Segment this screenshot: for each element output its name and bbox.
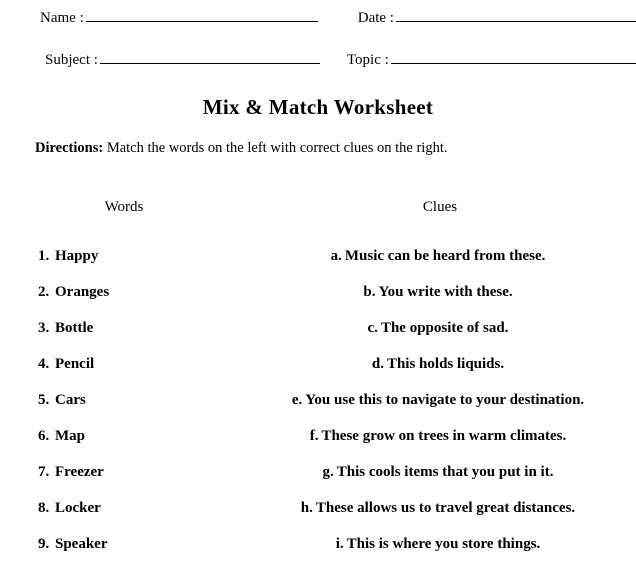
subject-input-rule[interactable]	[99, 50, 320, 64]
word-item[interactable]: 4. Pencil	[38, 356, 94, 373]
word-marker: 7.	[38, 464, 50, 480]
clue-marker: h.	[300, 500, 313, 516]
word-text: Happy	[55, 248, 99, 264]
name-input-rule[interactable]	[85, 8, 318, 22]
clue-item[interactable]: h. These allows us to travel great distan…	[258, 500, 618, 517]
clue-text: These allows us to travel great distance…	[315, 500, 576, 516]
page-title: Mix & Match Worksheet	[202, 95, 434, 119]
clue-text: This is where you store things.	[346, 536, 541, 552]
name-label: Name :	[40, 10, 84, 26]
word-marker: 3.	[38, 320, 50, 336]
clue-item[interactable]: g. This cools items that you put in it.	[258, 464, 618, 481]
word-text: Oranges	[55, 284, 110, 300]
word-marker: 4.	[38, 356, 50, 372]
clue-item[interactable]: c. The opposite of sad.	[258, 320, 618, 337]
word-marker: 8.	[38, 500, 50, 516]
clue-marker: f.	[309, 428, 319, 444]
matching-list-area: 1. Happy a. Music can be heard from these.…	[0, 248, 636, 572]
word-marker: 1.	[38, 248, 50, 264]
word-item[interactable]: 8. Locker	[38, 500, 101, 517]
word-text: Bottle	[55, 320, 94, 336]
match-row: 8. Locker h. These allows us to travel gre…	[0, 500, 636, 536]
word-text: Map	[55, 428, 85, 444]
match-row: 9. Speaker i. This is where you store thin…	[0, 536, 636, 572]
clue-text: You write with these.	[378, 284, 513, 300]
word-text: Locker	[55, 500, 101, 516]
topic-input-rule[interactable]	[390, 50, 636, 64]
word-item[interactable]: 9. Speaker	[38, 536, 108, 553]
directions-text: Match the words on the left with correct…	[103, 140, 448, 156]
date-input-rule[interactable]	[395, 8, 636, 22]
clue-marker: e.	[291, 392, 303, 408]
date-field[interactable]: Date :	[358, 8, 636, 27]
word-item[interactable]: 6. Map	[38, 428, 85, 445]
clue-marker: b.	[363, 284, 376, 300]
word-marker: 2.	[38, 284, 50, 300]
column-heading-clues: Clues	[422, 199, 458, 215]
topic-field[interactable]: Topic :	[347, 50, 636, 69]
word-text: Freezer	[55, 464, 104, 480]
clue-marker: a.	[330, 248, 342, 264]
match-row: 7. Freezer g. This cools items that you pu…	[0, 464, 636, 500]
name-field[interactable]: Name :	[40, 8, 318, 27]
word-item[interactable]: 3. Bottle	[38, 320, 93, 337]
clue-text: Music can be heard from these.	[344, 248, 546, 264]
subject-field[interactable]: Subject :	[45, 50, 320, 69]
word-item[interactable]: 2. Oranges	[38, 284, 109, 301]
clue-text: You use this to navigate to your destina…	[305, 392, 585, 408]
match-row: 3. Bottle c. The opposite of sad.	[0, 320, 636, 356]
clue-text: This holds liquids.	[386, 356, 505, 372]
word-text: Cars	[55, 392, 86, 408]
header-row-subject-topic: Subject : Topic :	[0, 50, 636, 69]
clue-text: The opposite of sad.	[380, 320, 509, 336]
match-row: 2. Oranges b. You write with these.	[0, 284, 636, 320]
column-heading-words: Words	[104, 199, 144, 215]
clue-text: This cools items that you put in it.	[336, 464, 554, 480]
date-label: Date :	[357, 10, 394, 26]
clue-item[interactable]: b. You write with these.	[258, 284, 618, 301]
word-marker: 9.	[38, 536, 50, 552]
word-marker: 5.	[38, 392, 50, 408]
word-text: Pencil	[55, 356, 95, 372]
match-row: 6. Map f. These grow on trees in warm clim…	[0, 428, 636, 464]
clue-item[interactable]: e. You use this to navigate to your desti…	[258, 392, 618, 409]
word-marker: 6.	[38, 428, 50, 444]
worksheet-page: Name : Date : Subject : Topic : Mix & Ma…	[0, 0, 636, 588]
clue-item[interactable]: f. These grow on trees in warm climates.	[258, 428, 618, 445]
clue-marker: i.	[335, 536, 344, 552]
word-text: Speaker	[55, 536, 108, 552]
subject-label: Subject :	[45, 52, 98, 68]
clue-item[interactable]: d. This holds liquids.	[258, 356, 618, 373]
word-item[interactable]: 7. Freezer	[38, 464, 104, 481]
clue-marker: d.	[371, 356, 384, 372]
clue-item[interactable]: i. This is where you store things.	[258, 536, 618, 553]
match-row: 1. Happy a. Music can be heard from these.	[0, 248, 636, 284]
match-row: 5. Cars e. You use this to navigate to you…	[0, 392, 636, 428]
directions-label: Directions:	[35, 140, 104, 156]
clue-marker: g.	[322, 464, 334, 480]
clue-item[interactable]: a. Music can be heard from these.	[258, 248, 618, 265]
header-row-name-date: Name : Date :	[0, 8, 636, 27]
topic-label: Topic :	[346, 52, 389, 68]
word-item[interactable]: 5. Cars	[38, 392, 86, 409]
match-row: 4. Pencil d. This holds liquids.	[0, 356, 636, 392]
clue-marker: c.	[367, 320, 378, 336]
clue-text: These grow on trees in warm climates.	[321, 428, 567, 444]
directions-line: Directions: Match the words on the left …	[35, 140, 447, 157]
word-item[interactable]: 1. Happy	[38, 248, 98, 265]
